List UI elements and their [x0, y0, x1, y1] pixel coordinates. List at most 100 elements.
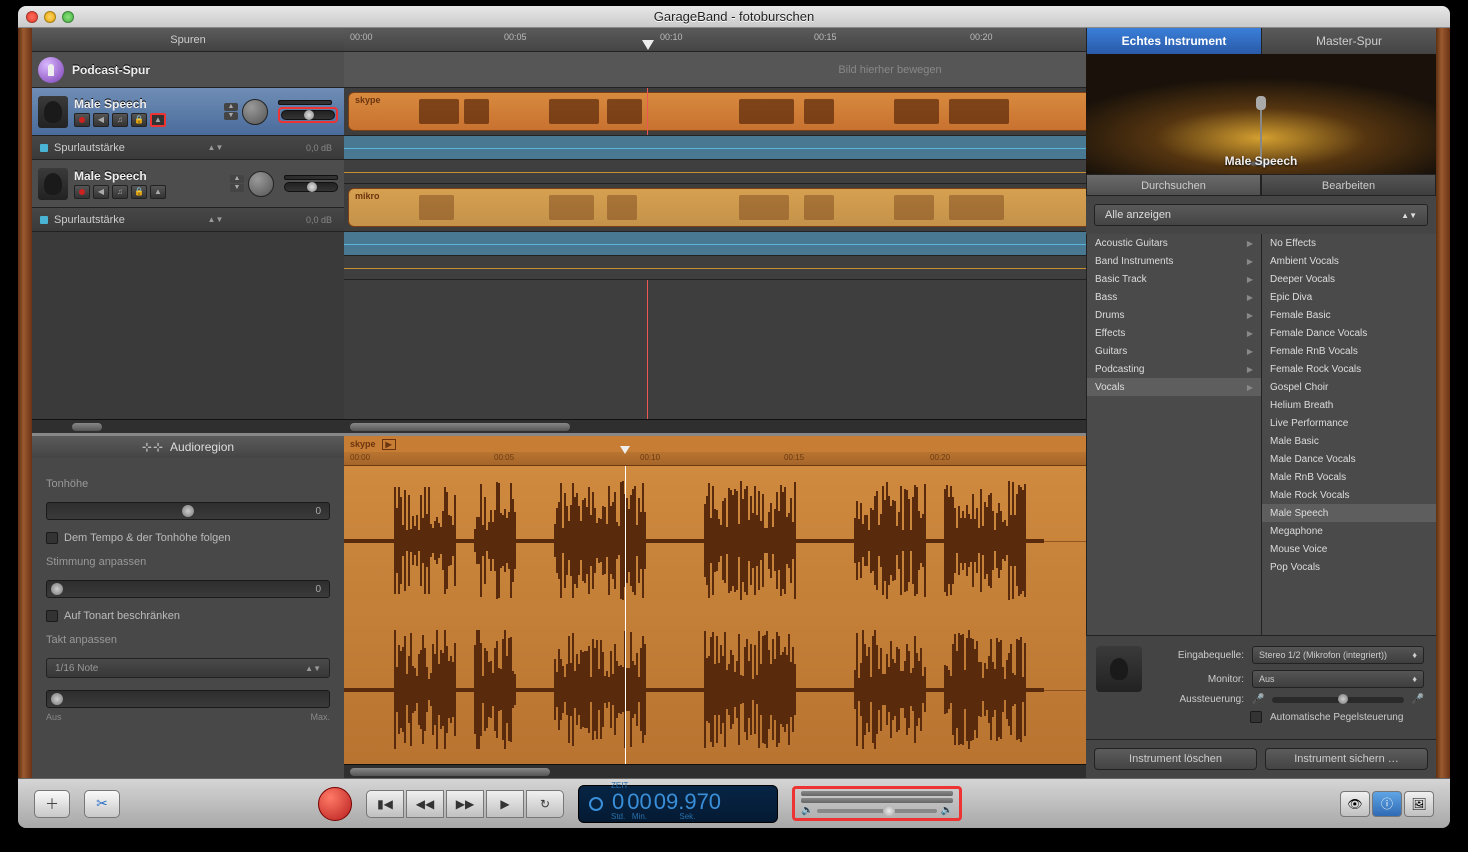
rewind-button[interactable]: ◀◀ — [406, 790, 444, 818]
category-item[interactable]: Basic Track▶ — [1087, 270, 1261, 288]
clock-icon — [589, 797, 603, 811]
mic-high-icon: 🎤 — [1412, 694, 1424, 705]
preset-item[interactable]: Female Basic — [1262, 306, 1436, 324]
preset-item[interactable]: Helium Breath — [1262, 396, 1436, 414]
preset-item[interactable]: Live Performance — [1262, 414, 1436, 432]
track-down[interactable]: ▼ — [224, 112, 238, 120]
preset-item[interactable]: Gospel Choir — [1262, 378, 1436, 396]
record-button[interactable] — [318, 787, 352, 821]
volume-slider[interactable] — [281, 110, 335, 120]
preset-item[interactable]: Mouse Voice — [1262, 540, 1436, 558]
forward-button[interactable]: ▶▶ — [446, 790, 484, 818]
tuning-slider[interactable]: 0 — [46, 580, 330, 598]
category-item[interactable]: Bass▶ — [1087, 288, 1261, 306]
tracks-zoom-scroll[interactable] — [32, 419, 344, 433]
preset-item[interactable]: Deeper Vocals — [1262, 270, 1436, 288]
tab-real-instrument[interactable]: Echtes Instrument — [1086, 28, 1261, 54]
tuning-label: Stimmung anpassen — [46, 556, 330, 568]
track-info-button[interactable]: ⓘ — [1372, 791, 1402, 817]
delete-instrument-button[interactable]: Instrument löschen — [1094, 748, 1257, 770]
master-volume-slider[interactable] — [817, 809, 936, 813]
go-to-start-button[interactable]: ▮◀ — [366, 790, 404, 818]
lock-button[interactable]: 🔒 — [131, 185, 147, 199]
preset-item[interactable]: Male RnB Vocals — [1262, 468, 1436, 486]
master-meter-l — [801, 791, 953, 796]
add-track-button[interactable]: ＋ — [34, 790, 70, 818]
preset-list[interactable]: No EffectsAmbient VocalsDeeper VocalsEpi… — [1261, 234, 1436, 635]
track-up[interactable]: ▲ — [224, 103, 238, 111]
preset-item[interactable]: Male Dance Vocals — [1262, 450, 1436, 468]
play-region-icon[interactable]: ▶ — [382, 439, 396, 450]
tab-master-track[interactable]: Master-Spur — [1261, 28, 1436, 54]
pan-knob[interactable] — [242, 99, 268, 125]
category-item[interactable]: Podcasting▶ — [1087, 360, 1261, 378]
track-1-header[interactable]: Male Speech ◀ ♫ 🔒 ▲ ▲▼ — [32, 88, 344, 136]
category-item[interactable]: Effects▶ — [1087, 324, 1261, 342]
preview-instrument-name: Male Speech — [1225, 154, 1298, 168]
preset-item[interactable]: Megaphone — [1262, 522, 1436, 540]
editor-header: ⊹⊹Audioregion — [32, 436, 344, 458]
lock-button[interactable]: 🔒 — [131, 113, 147, 127]
save-instrument-button[interactable]: Instrument sichern … — [1265, 748, 1428, 770]
level-meter — [278, 100, 332, 105]
loop-browser-button[interactable]: 👁 — [1340, 791, 1370, 817]
preset-item[interactable]: Female Rock Vocals — [1262, 360, 1436, 378]
mute-button[interactable]: ◀ — [93, 185, 109, 199]
timing-slider[interactable] — [46, 690, 330, 708]
limit-key-checkbox[interactable]: Auf Tonart beschränken — [46, 610, 330, 622]
solo-button[interactable]: ♫ — [112, 185, 128, 199]
preset-item[interactable]: No Effects — [1262, 234, 1436, 252]
editor-playhead[interactable] — [625, 466, 626, 764]
record-enable-button[interactable] — [74, 113, 90, 127]
automation-param-select-2[interactable]: Spurlautstärke ▲▼ 0,0 dB — [32, 208, 344, 232]
play-button[interactable]: ▶ — [486, 790, 524, 818]
scissors-button[interactable]: ✂ — [84, 790, 120, 818]
category-item[interactable]: Drums▶ — [1087, 306, 1261, 324]
timing-resolution-select[interactable]: 1/16 Note▲▼ — [46, 658, 330, 678]
monitor-select[interactable]: Aus♦ — [1252, 670, 1424, 688]
subtab-edit[interactable]: Bearbeiten — [1261, 174, 1436, 196]
preset-item[interactable]: Female Dance Vocals — [1262, 324, 1436, 342]
input-avatar-icon — [1096, 646, 1142, 692]
wood-panel-left — [18, 28, 32, 778]
pan-knob[interactable] — [248, 171, 274, 197]
input-level-slider[interactable] — [1272, 697, 1403, 703]
automation-param-select-1[interactable]: Spurlautstärke ▲▼ 0,0 dB — [32, 136, 344, 160]
cycle-button[interactable]: ↻ — [526, 790, 564, 818]
mute-button[interactable]: ◀ — [93, 113, 109, 127]
follow-tempo-checkbox[interactable]: Dem Tempo & der Tonhöhe folgen — [46, 532, 330, 544]
preset-item[interactable]: Male Rock Vocals — [1262, 486, 1436, 504]
preset-item[interactable]: Male Basic — [1262, 432, 1436, 450]
automation-color-icon — [40, 144, 48, 152]
preset-item[interactable]: Female RnB Vocals — [1262, 342, 1436, 360]
automation-toggle[interactable]: ▲ — [150, 113, 166, 127]
playhead-marker[interactable] — [642, 40, 654, 50]
record-enable-button[interactable] — [74, 185, 90, 199]
category-item[interactable]: Band Instruments▶ — [1087, 252, 1261, 270]
input-source-select[interactable]: Stereo 1/2 (Mikrofon (integriert))♦ — [1252, 646, 1424, 664]
automation-toggle[interactable]: ▲ — [150, 185, 166, 199]
solo-button[interactable]: ♫ — [112, 113, 128, 127]
preset-item[interactable]: Ambient Vocals — [1262, 252, 1436, 270]
track-avatar-icon — [38, 168, 68, 200]
track-2-header[interactable]: Male Speech ◀ ♫ 🔒 ▲ ▲▼ — [32, 160, 344, 208]
preset-item[interactable]: Epic Diva — [1262, 288, 1436, 306]
category-item[interactable]: Acoustic Guitars▶ — [1087, 234, 1261, 252]
filter-select[interactable]: Alle anzeigen▲▼ — [1094, 204, 1428, 226]
podcast-track-label: Podcast-Spur — [72, 63, 150, 77]
subtab-browse[interactable]: Durchsuchen — [1086, 174, 1261, 196]
pitch-slider[interactable]: 0 — [46, 502, 330, 520]
category-item[interactable]: Vocals▶ — [1087, 378, 1261, 396]
category-item[interactable]: Guitars▶ — [1087, 342, 1261, 360]
podcast-icon — [38, 57, 64, 83]
volume-slider[interactable] — [284, 182, 338, 192]
window-title: GarageBand - fotoburschen — [18, 9, 1450, 24]
media-browser-button[interactable]: 🖼 — [1404, 791, 1434, 817]
auto-level-checkbox[interactable] — [1250, 711, 1262, 723]
track-2-name: Male Speech — [74, 169, 224, 183]
preset-item[interactable]: Pop Vocals — [1262, 558, 1436, 576]
preset-item[interactable]: Male Speech — [1262, 504, 1436, 522]
lcd-display[interactable]: ZEIT 0Std. 00Min. 09.970Sek. — [578, 785, 778, 823]
podcast-track-header[interactable]: Podcast-Spur — [32, 52, 344, 88]
category-list[interactable]: Acoustic Guitars▶Band Instruments▶Basic … — [1086, 234, 1261, 635]
